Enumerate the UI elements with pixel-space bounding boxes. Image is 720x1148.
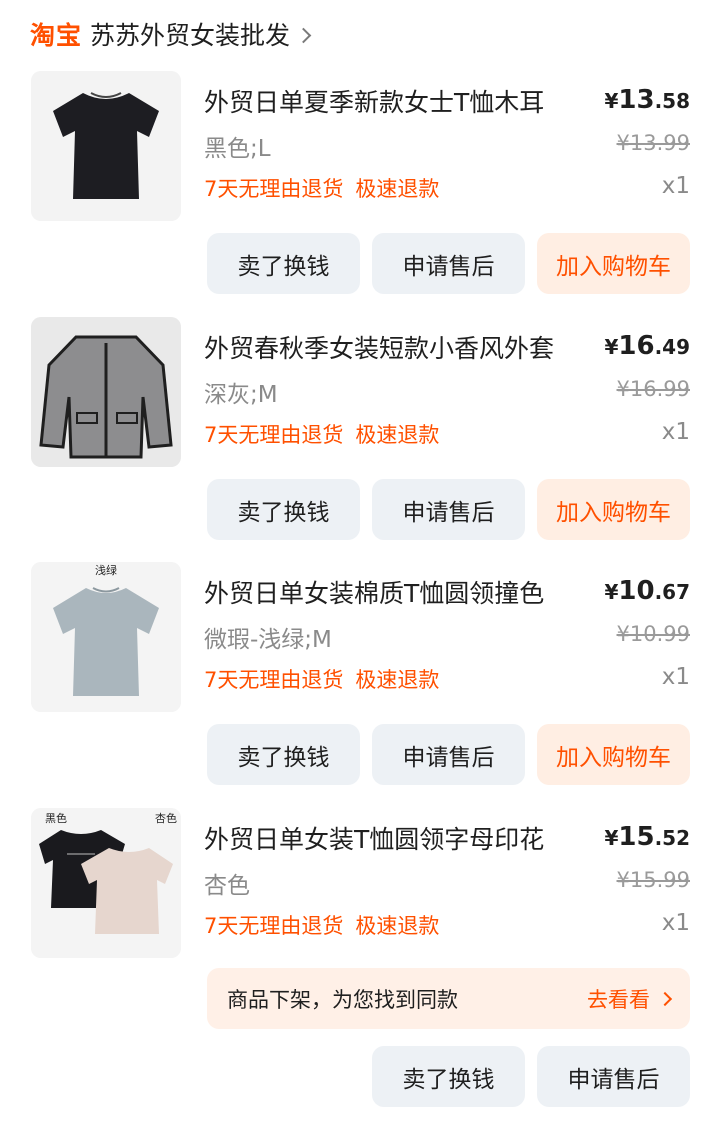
product-spec: 杏色 [204,873,250,899]
view-similar-link[interactable]: 去看看 [587,984,673,1014]
product-thumbnail[interactable] [31,71,181,221]
original-price: ¥15.99 [616,868,690,892]
color-label-apricot: 杏色 [155,811,177,825]
action-buttons: 卖了换钱 申请售后 加入购物车 [207,233,690,294]
resell-button[interactable]: 卖了换钱 [207,479,360,540]
price-currency: ¥ [604,826,619,850]
return-policy-tag: 7天无理由退货 [204,423,344,447]
add-to-cart-button[interactable]: 加入购物车 [537,233,690,294]
quantity: x1 [661,419,690,445]
price-integer: 10 [618,576,655,606]
quantity: x1 [661,173,690,199]
action-buttons: 卖了换钱 申请售后 加入购物车 [207,724,690,785]
order-item[interactable]: 外贸日单夏季新款女士T恤木耳 黑色;L 7天无理由退货 极速退款 ¥13.58 … [0,71,720,316]
product-spec: 深灰;M [204,382,278,408]
color-label: 浅绿 [95,563,117,577]
return-policy-tag: 7天无理由退货 [204,668,344,692]
product-title[interactable]: 外贸春秋季女装短款小香风外套 [204,329,554,365]
letter-print-tshirt-image: 黑色 杏色 [31,808,181,958]
price-currency: ¥ [604,335,619,359]
return-policy-tag: 7天无理由退货 [204,914,344,938]
resell-button[interactable]: 卖了换钱 [372,1046,525,1107]
after-sales-button[interactable]: 申请售后 [372,233,525,294]
price-integer: 15 [618,822,655,852]
price-decimal: .49 [654,335,690,359]
price-integer: 13 [618,85,655,115]
paid-price: ¥15.52 [604,822,690,852]
price-decimal: .52 [654,826,690,850]
quantity: x1 [661,664,690,690]
taobao-logo: 淘宝 [30,21,83,50]
fast-refund-tag: 极速退款 [355,177,440,201]
chevron-right-icon[interactable] [295,27,312,43]
resell-button[interactable]: 卖了换钱 [207,724,360,785]
offline-notice-text: 商品下架，为您找到同款 [227,987,458,1012]
after-sales-button[interactable]: 申请售后 [372,479,525,540]
black-tshirt-image [31,71,181,221]
fast-refund-tag: 极速退款 [355,423,440,447]
price-integer: 16 [618,331,655,361]
order-item[interactable]: 浅绿 外贸日单女装棉质T恤圆领撞色 微瑕-浅绿;M 7天无理由退货 极速退款 ¥… [0,562,720,807]
tweed-jacket-image [31,317,181,467]
add-to-cart-button[interactable]: 加入购物车 [537,724,690,785]
order-item[interactable]: 外贸春秋季女装短款小香风外套 深灰;M 7天无理由退货 极速退款 ¥16.49 … [0,317,720,562]
service-tags: 7天无理由退货 极速退款 [204,664,439,694]
paid-price: ¥10.67 [604,576,690,606]
chevron-right-icon [657,991,673,1006]
product-title[interactable]: 外贸日单女装T恤圆领字母印花 [204,820,544,856]
resell-button[interactable]: 卖了换钱 [207,233,360,294]
price-currency: ¥ [604,580,619,604]
fast-refund-tag: 极速退款 [355,668,440,692]
fast-refund-tag: 极速退款 [355,914,440,938]
service-tags: 7天无理由退货 极速退款 [204,419,439,449]
quantity: x1 [661,910,690,936]
after-sales-button[interactable]: 申请售后 [537,1046,690,1107]
product-thumbnail[interactable]: 黑色 杏色 [31,808,181,958]
original-price: ¥16.99 [616,377,690,401]
paid-price: ¥16.49 [604,331,690,361]
after-sales-button[interactable]: 申请售后 [372,724,525,785]
action-buttons: 卖了换钱 申请售后 [372,1046,690,1107]
paid-price: ¥13.58 [604,85,690,115]
price-decimal: .58 [654,89,690,113]
view-similar-label: 去看看 [587,987,650,1012]
light-green-tshirt-image: 浅绿 [31,562,181,712]
shop-header[interactable]: 淘宝 苏苏外贸女装批发 [30,14,312,54]
service-tags: 7天无理由退货 极速退款 [204,173,439,203]
product-title[interactable]: 外贸日单夏季新款女士T恤木耳 [204,83,544,119]
price-currency: ¥ [604,89,619,113]
product-thumbnail[interactable] [31,317,181,467]
product-thumbnail[interactable]: 浅绿 [31,562,181,712]
original-price: ¥10.99 [616,622,690,646]
original-price: ¥13.99 [616,131,690,155]
shop-name[interactable]: 苏苏外贸女装批发 [90,16,290,52]
product-title[interactable]: 外贸日单女装棉质T恤圆领撞色 [204,574,544,610]
product-spec: 微瑕-浅绿;M [204,627,332,653]
return-policy-tag: 7天无理由退货 [204,177,344,201]
product-spec: 黑色;L [204,136,271,162]
service-tags: 7天无理由退货 极速退款 [204,910,439,940]
action-buttons: 卖了换钱 申请售后 加入购物车 [207,479,690,540]
price-decimal: .67 [654,580,690,604]
color-label-black: 黑色 [45,811,67,825]
product-offline-notice[interactable]: 商品下架，为您找到同款 去看看 [207,968,690,1029]
add-to-cart-button[interactable]: 加入购物车 [537,479,690,540]
